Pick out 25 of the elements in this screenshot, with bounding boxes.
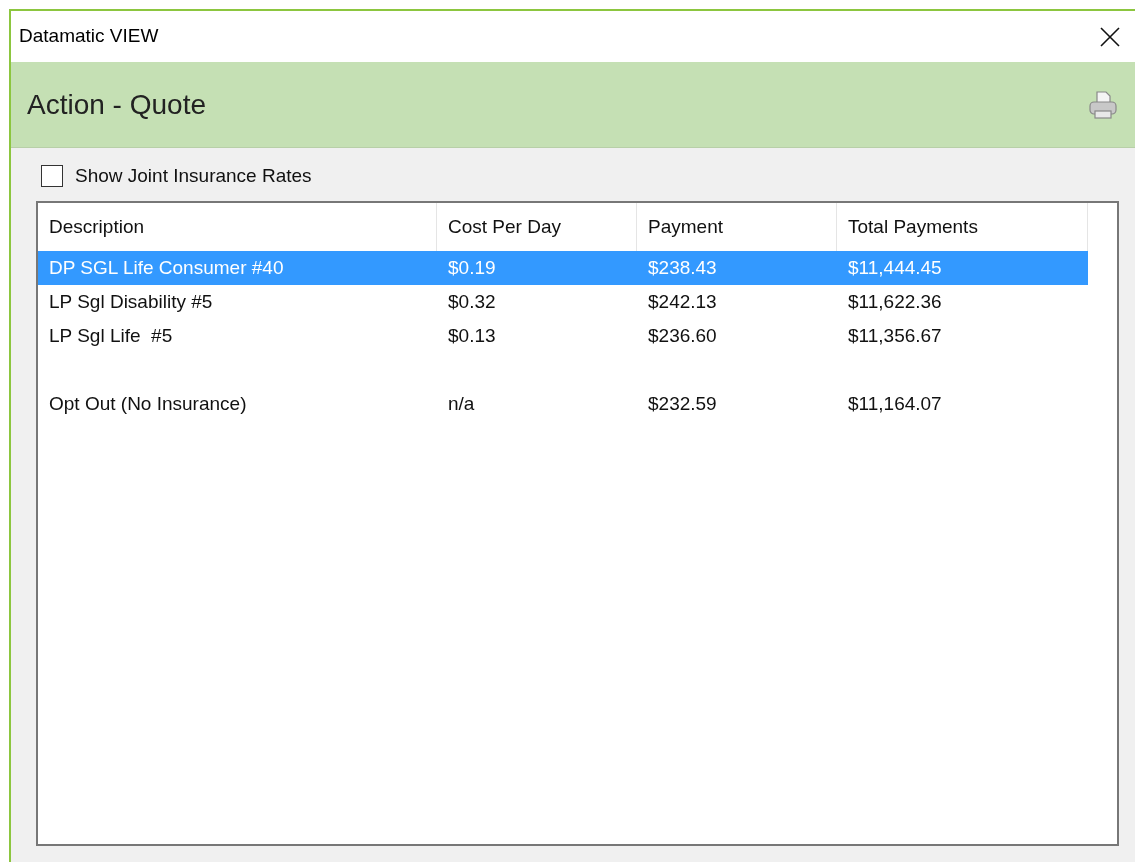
table-cell-text: LP Sgl Disability #5 — [48, 289, 214, 314]
table-cell-text: $242.13 — [647, 289, 718, 314]
checkbox-label: Show Joint Insurance Rates — [75, 163, 312, 188]
table-cell-text: $11,622.36 — [847, 289, 943, 314]
table-cell-text: DP SGL Life Consumer #40 — [48, 255, 285, 280]
table-cell-text: LP Sgl Life #5 — [48, 323, 174, 348]
table-cell-text: $0.13 — [447, 323, 497, 348]
close-icon[interactable] — [1099, 25, 1121, 48]
table-cell-text: $11,444.45 — [847, 255, 943, 280]
table-cell-text: $238.43 — [647, 255, 718, 280]
joint-rates-checkbox[interactable] — [41, 165, 63, 187]
quote-row[interactable]: Opt Out (No Insurance) n/a $232.59 $11,164.07 — [38, 387, 1088, 421]
printer-icon[interactable] — [1087, 88, 1119, 121]
table-cell-text: $236.60 — [647, 323, 718, 348]
table-cell-text: Opt Out (No Insurance) — [48, 391, 248, 416]
header-title: Action - Quote — [27, 87, 206, 122]
table-cell-text: $0.19 — [447, 255, 497, 280]
quote-row[interactable]: LP Sgl Disability #5 $0.32 $242.13 $11,622.36 — [38, 285, 1088, 319]
table-cell-text: $0.32 — [447, 289, 497, 314]
table-cell-text: $11,164.07 — [847, 391, 943, 416]
window-title: Datamatic VIEW — [19, 24, 159, 49]
table-cell-text: $11,356.67 — [847, 323, 943, 348]
table-cell-text: $232.59 — [647, 391, 718, 416]
table-cell-text: n/a — [447, 391, 476, 416]
quote-row[interactable]: LP Sgl Life #5 $0.13 $236.60 $11,356.67 — [38, 319, 1088, 353]
